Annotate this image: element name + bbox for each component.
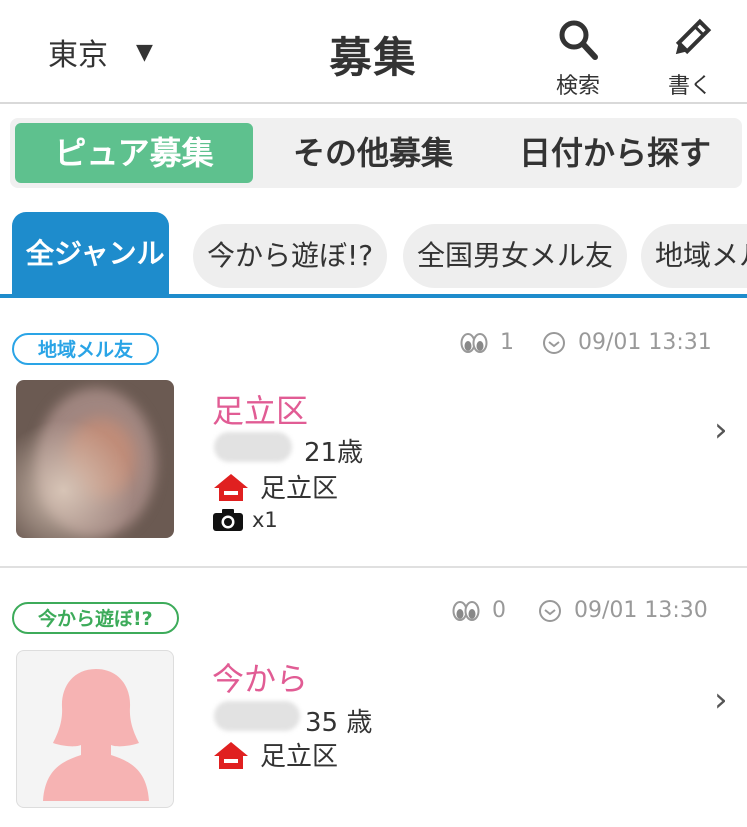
segment-other[interactable]: その他募集 <box>258 123 488 183</box>
post-time: 09/01 13:31 <box>542 330 712 355</box>
post-genre-badge: 地域メル友 <box>12 333 160 365</box>
home-icon <box>214 473 248 501</box>
blurred-username <box>214 701 300 731</box>
chevron-right-icon: › <box>714 410 728 450</box>
category-segment: ピュア募集 その他募集 日付から探す <box>10 118 742 188</box>
user-location: 足立区 <box>212 468 338 505</box>
post-datetime: 09/01 13:31 <box>578 330 712 355</box>
photo-count-value: x1 <box>252 508 278 532</box>
blurred-username <box>214 432 292 462</box>
chevron-right-icon: › <box>714 680 728 720</box>
view-count-value: 0 <box>492 598 506 623</box>
view-count: 0 <box>452 598 506 623</box>
genre-tab-local-penpal[interactable]: 地域メル友 <box>641 224 747 288</box>
post-title: 今から <box>212 660 309 698</box>
photo-count: x1 <box>212 508 278 532</box>
camera-icon <box>213 509 243 531</box>
user-age: 21歳 <box>304 438 364 468</box>
search-icon <box>559 20 598 60</box>
post-card[interactable]: 地域メル友 1 09/01 13:31 足立区 21歳 足立区 x1 › <box>0 298 747 566</box>
pencil-icon <box>675 18 712 55</box>
genre-tab-play-now[interactable]: 今から遊ぼ!? <box>193 224 388 288</box>
post-card[interactable]: 今から遊ぼ!? 0 09/01 13:30 今から 35 歳 足立区 › <box>0 568 747 827</box>
user-location: 足立区 <box>212 736 338 773</box>
clock-icon <box>539 599 561 622</box>
location-text: 足立区 <box>260 474 339 504</box>
search-button[interactable]: 検索 <box>538 18 618 100</box>
search-label: 検索 <box>555 74 600 99</box>
post-time: 09/01 13:30 <box>538 598 708 623</box>
post-title: 足立区 <box>212 392 309 430</box>
view-count-value: 1 <box>500 330 514 355</box>
location-text: 足立区 <box>260 742 339 772</box>
view-count: 1 <box>460 330 514 355</box>
segment-pure[interactable]: ピュア募集 <box>15 123 253 183</box>
home-icon <box>214 741 248 769</box>
eyes-icon <box>452 600 480 621</box>
post-genre-badge: 今から遊ぼ!? <box>12 602 179 634</box>
clock-icon <box>543 331 565 354</box>
page-title: 募集 <box>329 33 418 82</box>
write-label: 書く <box>667 74 712 99</box>
genre-tab-all[interactable]: 全ジャンル <box>12 212 169 296</box>
genre-tab-nationwide-penpal[interactable]: 全国男女メル友 <box>403 224 628 288</box>
user-age: 35 歳 <box>305 708 373 738</box>
segment-by-date[interactable]: 日付から探す <box>495 123 735 183</box>
genre-tabs: 全ジャンル 今から遊ぼ!? 全国男女メル友 地域メル友 <box>0 212 747 296</box>
write-button[interactable]: 書く <box>650 18 730 100</box>
person-silhouette-icon <box>43 669 149 801</box>
app-header: 東京 ▼ 募集 検索 書く <box>0 0 747 104</box>
user-avatar <box>16 380 174 538</box>
post-datetime: 09/01 13:30 <box>574 598 708 623</box>
eyes-icon <box>460 332 488 353</box>
default-avatar <box>16 650 174 808</box>
